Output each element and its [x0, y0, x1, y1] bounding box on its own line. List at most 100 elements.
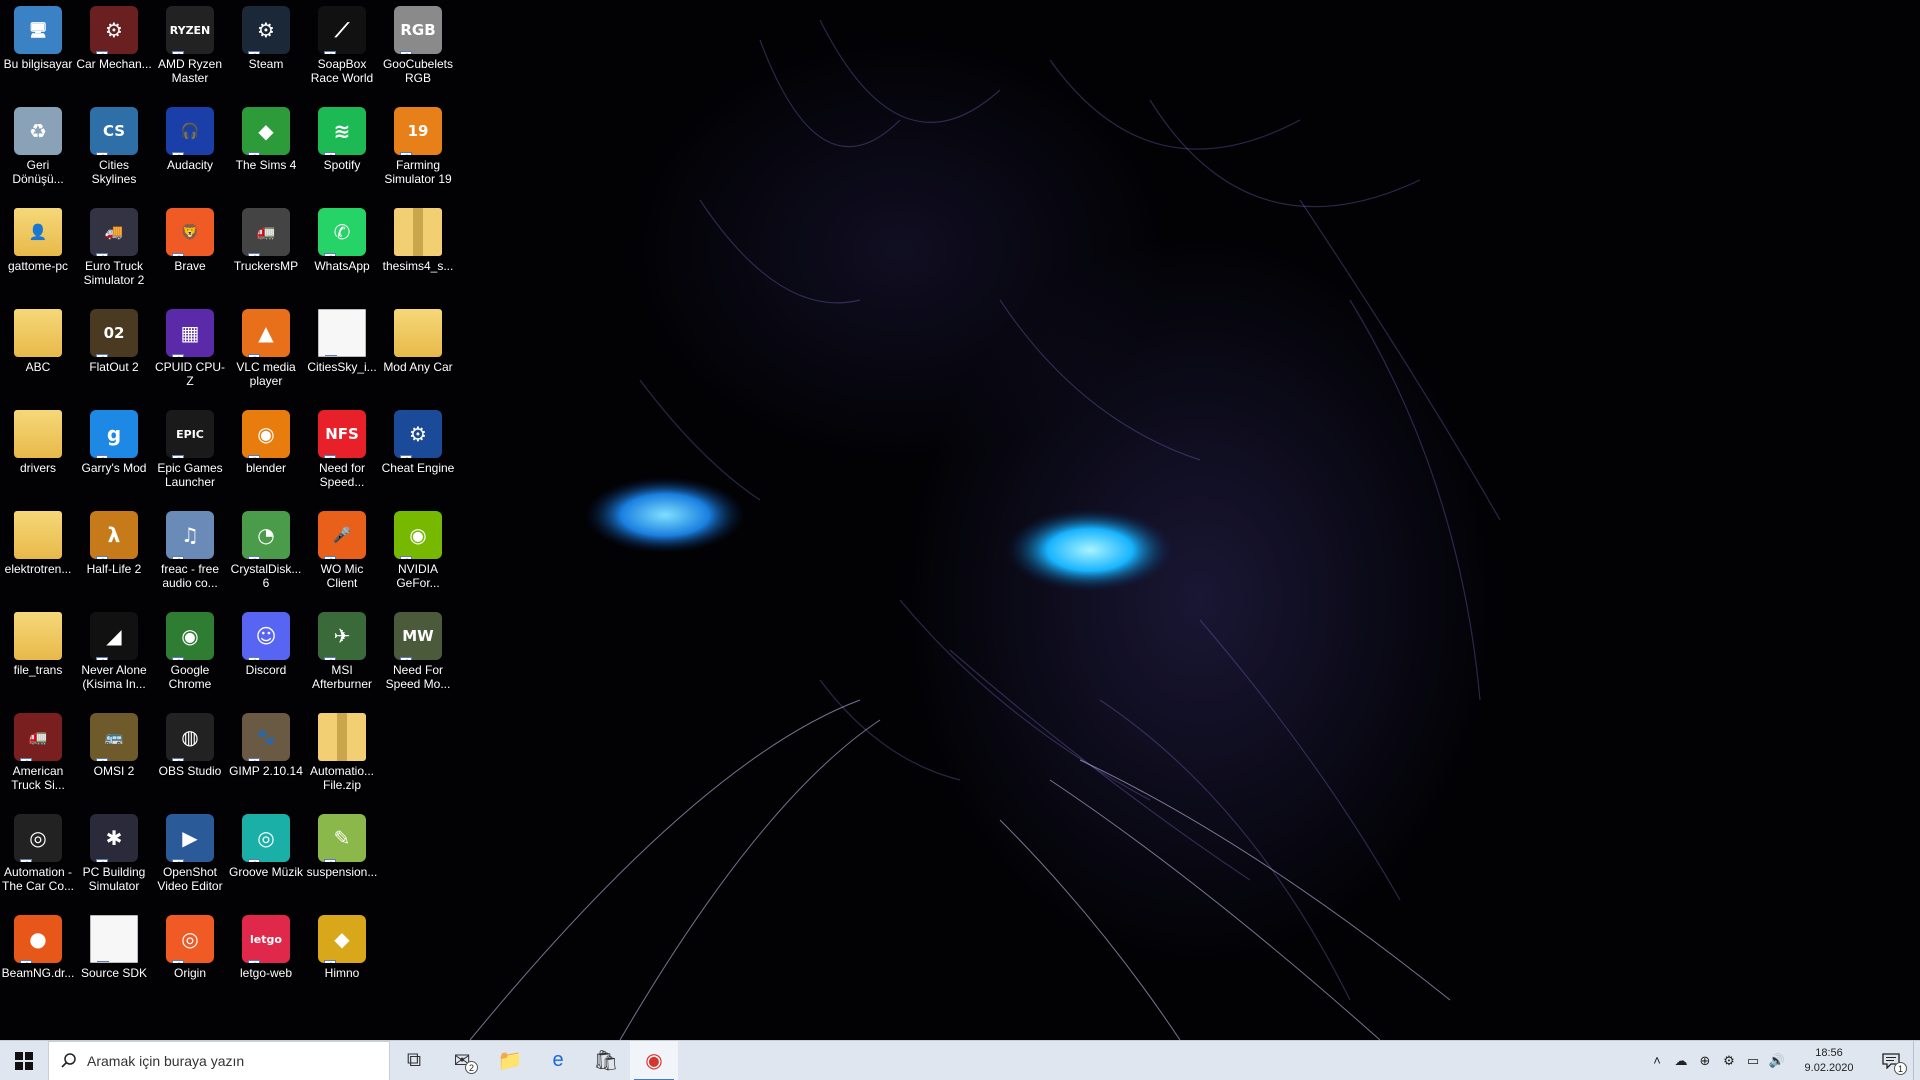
- shortcut-arrow-icon: ↗: [97, 961, 109, 962]
- desktop-icon-chrome[interactable]: ◉↗Google Chrome: [152, 606, 228, 706]
- task-view-button[interactable]: ⧉: [390, 1041, 438, 1080]
- desktop-icon-goocubelets[interactable]: RGB ↗ GooCubelets RGB: [380, 0, 456, 100]
- desktop-icon-automation[interactable]: ◎↗Automation - The Car Co...: [0, 808, 76, 908]
- desktop-icon-suspension[interactable]: ✎↗suspension...: [304, 808, 380, 908]
- clock[interactable]: 18:56 9.02.2020: [1789, 1041, 1869, 1080]
- desktop-icon-never-alone[interactable]: ◢↗Never Alone (Kisima In...: [76, 606, 152, 706]
- shortcut-arrow-icon: ↗: [248, 354, 260, 357]
- desktop-icon-truckersmp[interactable]: 🚛↗TruckersMP: [228, 202, 304, 302]
- tray-volume[interactable]: 🔊: [1765, 1041, 1789, 1080]
- icon-glyph: ◆: [258, 119, 274, 143]
- desktop-icon-origin[interactable]: ◎↗Origin: [152, 909, 228, 1009]
- desktop-icon-document[interactable]: ↗ CitiesSky_i...: [304, 303, 380, 403]
- task-view-icon: ⧉: [406, 1049, 422, 1071]
- desktop-icon-flatout[interactable]: 02 ↗ FlatOut 2: [76, 303, 152, 403]
- desktop-icon-openshot[interactable]: ▶↗OpenShot Video Editor: [152, 808, 228, 908]
- spotify-icon: ≋↗: [318, 107, 366, 155]
- desktop-icon-pc-building[interactable]: ✱↗PC Building Simulator: [76, 808, 152, 908]
- desktop-icon-discord[interactable]: ☺↗Discord: [228, 606, 304, 706]
- desktop-icon-epic-games[interactable]: EPIC ↗ Epic Games Launcher: [152, 404, 228, 504]
- tray-app[interactable]: ⊕: [1693, 1041, 1717, 1080]
- desktop-icon-nvidia[interactable]: ◉↗NVIDIA GeFor...: [380, 505, 456, 605]
- desktop-icon-car-mechanic[interactable]: ⚙↗Car Mechan...: [76, 0, 152, 100]
- search-input[interactable]: [85, 1051, 349, 1070]
- chrome-taskbar-button[interactable]: ◉: [630, 1040, 678, 1080]
- icon-glyph: 🦁: [180, 222, 200, 241]
- shortcut-arrow-icon: ↗: [172, 556, 184, 559]
- search-box[interactable]: [48, 1040, 390, 1080]
- desktop-icon-label: Automation - The Car Co...: [1, 865, 75, 893]
- file-explorer-button[interactable]: 📁: [486, 1041, 534, 1080]
- desktop-icon-zip-folder[interactable]: thesims4_s...: [380, 202, 456, 302]
- gimp-icon: 🐾↗: [242, 713, 290, 761]
- icon-glyph: 02: [103, 323, 125, 342]
- desktop-icon-msi-afterburner[interactable]: ✈↗MSI Afterburner: [304, 606, 380, 706]
- desktop-icon-farming-sim[interactable]: 19 ↗ Farming Simulator 19: [380, 101, 456, 201]
- store-button[interactable]: 🛍: [582, 1041, 630, 1080]
- icon-glyph: ◍: [181, 725, 199, 749]
- desktop-icon-computer[interactable]: 🖥 Bu bilgisayar: [0, 0, 76, 100]
- desktop-icon-audacity[interactable]: 🎧↗Audacity: [152, 101, 228, 201]
- desktop-icon-crystaldisk[interactable]: ◔↗CrystalDisk... 6: [228, 505, 304, 605]
- desktop-icon-steam[interactable]: ⚙↗Steam: [228, 0, 304, 100]
- desktop-icon-nfs[interactable]: NFS ↗ Need for Speed...: [304, 404, 380, 504]
- desktop-icon-label: Geri Dönüşü...: [12, 158, 64, 186]
- desktop-icon-label: Cities Skylines: [91, 158, 137, 186]
- desktop-icon-folder[interactable]: ABC: [0, 303, 76, 403]
- desktop-icon-american-truck[interactable]: 🚛↗American Truck Si...: [0, 707, 76, 807]
- start-button[interactable]: [0, 1041, 48, 1080]
- desktop-icon-garrys-mod[interactable]: g↗Garry's Mod: [76, 404, 152, 504]
- desktop-icon-amd-ryzen[interactable]: RYZEN ↗ AMD Ryzen Master: [152, 0, 228, 100]
- desktop-icon-himno[interactable]: ◆↗Himno: [304, 909, 380, 1009]
- desktop-icon-cheat-engine[interactable]: ⚙↗Cheat Engine: [380, 404, 456, 504]
- desktop-icon-document[interactable]: ↗ Source SDK: [76, 909, 152, 1009]
- edge-button[interactable]: e: [534, 1041, 582, 1080]
- desktop-icon-vlc[interactable]: ▲↗VLC media player: [228, 303, 304, 403]
- tray-expand[interactable]: ˄: [1645, 1041, 1669, 1080]
- desktop-icon-brave[interactable]: 🦁↗Brave: [152, 202, 228, 302]
- desktop-icon-cpuz[interactable]: ▦↗CPUID CPU-Z: [152, 303, 228, 403]
- desktop-icon-label: ABC: [25, 360, 51, 374]
- desktop-icon-zip-folder[interactable]: Automatio... File.zip: [304, 707, 380, 807]
- tray-network[interactable]: ▭: [1741, 1041, 1765, 1080]
- desktop-icon-label: Cheat Engine: [381, 461, 455, 475]
- desktop-icon-spotify[interactable]: ≋↗Spotify: [304, 101, 380, 201]
- tray-steam[interactable]: ⚙: [1717, 1041, 1741, 1080]
- desktop-icon-folder[interactable]: elektrotren...: [0, 505, 76, 605]
- desktop-icon-label: letgo-web: [239, 966, 293, 980]
- icon-glyph: ◉: [181, 624, 199, 648]
- desktop-icon-omsi[interactable]: 🚌↗OMSI 2: [76, 707, 152, 807]
- desktop-icon-freac[interactable]: ♫↗freac - free audio co...: [152, 505, 228, 605]
- tray-onedrive[interactable]: ☁: [1669, 1041, 1693, 1080]
- desktop-icon-beamng[interactable]: ●↗BeamNG.dr...: [0, 909, 76, 1009]
- desktop-icon-groove[interactable]: ◎↗Groove Müzik: [228, 808, 304, 908]
- blender-icon: ◉↗: [242, 410, 290, 458]
- desktop-icon-label: Mod Any Car: [383, 360, 453, 374]
- pc-building-icon: ✱↗: [90, 814, 138, 862]
- desktop-icon-nfs-mw[interactable]: MW ↗ Need For Speed Mo...: [380, 606, 456, 706]
- action-center-button[interactable]: 1: [1869, 1041, 1913, 1080]
- desktop-icon-soapbox[interactable]: ⟋↗SoapBox Race World: [304, 0, 380, 100]
- desktop-icon-folder[interactable]: Mod Any Car: [380, 303, 456, 403]
- mail-button[interactable]: ✉ 2: [438, 1041, 486, 1080]
- desktop-icon-whatsapp[interactable]: ✆↗WhatsApp: [304, 202, 380, 302]
- desktop-icon-letgo[interactable]: letgo ↗ letgo-web: [228, 909, 304, 1009]
- desktop-icon-blender[interactable]: ◉↗blender: [228, 404, 304, 504]
- nvidia-icon: ◉↗: [394, 511, 442, 559]
- desktop-icon-label: freac - free audio co...: [160, 562, 220, 590]
- desktop-icon-label: elektrotren...: [4, 562, 72, 576]
- desktop-icon-sims[interactable]: ◆↗The Sims 4: [228, 101, 304, 201]
- desktop-icon-gimp[interactable]: 🐾↗GIMP 2.10.14: [228, 707, 304, 807]
- desktop-icon-folder[interactable]: drivers: [0, 404, 76, 504]
- show-desktop-button[interactable]: [1913, 1040, 1920, 1080]
- clock-time: 18:56: [1815, 1046, 1843, 1059]
- desktop-icon-user-folder[interactable]: 👤 gattome-pc: [0, 202, 76, 302]
- desktop-icon-microphone[interactable]: 🎤↗WO Mic Client: [304, 505, 380, 605]
- desktop-icon-half-life[interactable]: λ↗Half-Life 2: [76, 505, 152, 605]
- desktop-icon-cities-skylines[interactable]: CS ↗ Cities Skylines: [76, 101, 152, 201]
- desktop-icon-recycle-bin[interactable]: ♻ Geri Dönüşü...: [0, 101, 76, 201]
- half-life-icon: λ↗: [90, 511, 138, 559]
- desktop-icon-folder[interactable]: file_trans: [0, 606, 76, 706]
- desktop-icon-obs[interactable]: ◍↗OBS Studio: [152, 707, 228, 807]
- desktop-icon-euro-truck[interactable]: 🚚↗Euro Truck Simulator 2: [76, 202, 152, 302]
